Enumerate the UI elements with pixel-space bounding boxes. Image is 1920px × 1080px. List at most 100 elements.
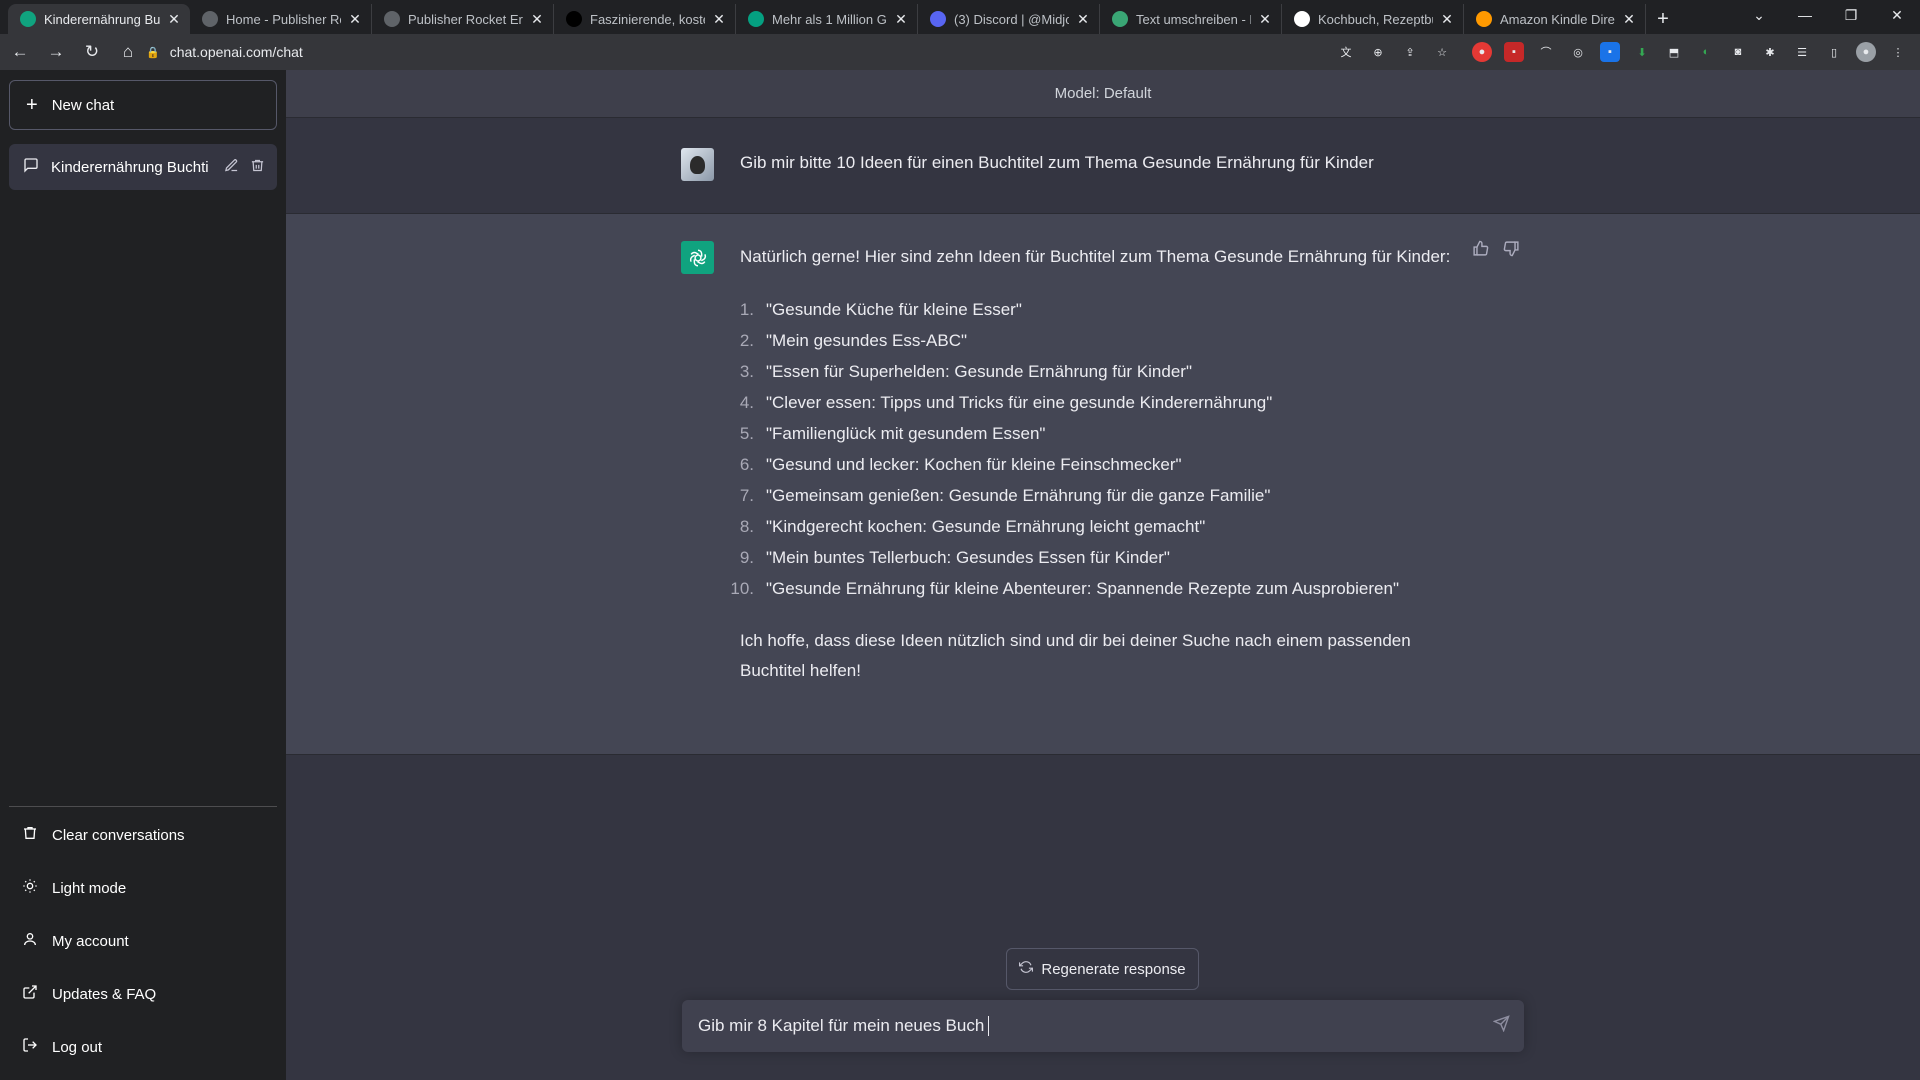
browser-toolbar: ← → ↻ ⌂ 🔒 chat.openai.com/chat 文 ⊕ ⇪ ☆ ●… <box>0 34 1920 70</box>
tab-close-icon[interactable]: ✕ <box>1075 11 1091 28</box>
list-item: 9. "Mein buntes Tellerbuch: Gesundes Esse… <box>740 542 1460 573</box>
extension-green-icon[interactable]: ◐ <box>1696 42 1716 62</box>
my-account-label: My account <box>52 932 129 950</box>
plus-icon: + <box>26 93 38 116</box>
list-item-text: "Mein gesundes Ess-ABC" <box>766 331 968 350</box>
browser-menu-icon[interactable]: ⋮ <box>1888 42 1908 62</box>
tab-close-icon[interactable]: ✕ <box>711 11 727 28</box>
sun-icon <box>20 878 40 898</box>
tab-title: Text umschreiben - Beste <box>1136 11 1251 27</box>
side-panel-icon[interactable]: ▯ <box>1824 42 1844 62</box>
tab-close-icon[interactable]: ✕ <box>1621 11 1637 28</box>
list-item-text: "Essen für Superhelden: Gesunde Ernährun… <box>766 362 1192 381</box>
tab-favicon-icon <box>1294 11 1310 27</box>
tab-search-icon[interactable]: ⌄ <box>1736 0 1782 30</box>
new-chat-label: New chat <box>51 96 115 114</box>
clear-conversations-button[interactable]: Clear conversations <box>20 820 185 850</box>
profile-avatar-icon[interactable]: ● <box>1856 42 1876 62</box>
browser-tab[interactable]: Home - Publisher Rocket ✕ <box>190 4 372 34</box>
extension-blue-icon[interactable]: ▪ <box>1600 42 1620 62</box>
regenerate-response-button[interactable]: Regenerate response <box>1006 948 1199 990</box>
browser-tab[interactable]: Text umschreiben - Beste ✕ <box>1100 4 1282 34</box>
sidebar-divider <box>9 806 277 807</box>
delete-trash-icon[interactable] <box>247 158 267 177</box>
browser-tab[interactable]: (3) Discord | @Midjourney ✕ <box>918 4 1100 34</box>
back-icon[interactable]: ← <box>4 38 36 66</box>
light-mode-button[interactable]: Light mode <box>20 873 126 903</box>
browser-tab[interactable]: Mehr als 1 Million Gratis ✕ <box>736 4 918 34</box>
list-item-number: 7. <box>739 486 754 505</box>
thumbs-down-icon[interactable] <box>1503 240 1520 262</box>
restore-icon[interactable]: ❐ <box>1828 0 1874 30</box>
new-chat-button[interactable]: + New chat <box>9 80 277 130</box>
extension-globe-icon[interactable]: ◎ <box>1568 42 1588 62</box>
extensions-puzzle-icon[interactable]: ✱ <box>1760 42 1780 62</box>
conversation-title: Kinderernährung Buchti <box>51 158 209 176</box>
browser-tab[interactable]: Amazon Kindle Direct ✕ <box>1464 4 1646 34</box>
new-tab-button[interactable]: + <box>1646 4 1680 34</box>
tab-close-icon[interactable]: ✕ <box>166 11 182 28</box>
list-item-text: "Clever essen: Tipps und Tricks für eine… <box>766 393 1273 412</box>
camera-icon[interactable]: ◙ <box>1728 42 1748 62</box>
reload-icon[interactable]: ↻ <box>76 38 108 66</box>
thumbs-up-icon[interactable] <box>1472 240 1489 262</box>
tab-close-icon[interactable]: ✕ <box>529 11 545 28</box>
tab-favicon-icon <box>930 11 946 27</box>
tab-favicon-icon <box>1112 11 1128 27</box>
close-window-icon[interactable]: ✕ <box>1874 0 1920 30</box>
zoom-icon[interactable]: ⊕ <box>1368 42 1388 62</box>
model-indicator: Model: Default <box>286 70 1920 118</box>
conversation-item[interactable]: Kinderernährung Buchti <box>9 144 277 190</box>
updates-faq-link[interactable]: Updates & FAQ <box>20 979 156 1009</box>
reading-list-icon[interactable]: ☰ <box>1792 42 1812 62</box>
edit-pencil-icon[interactable] <box>221 158 241 177</box>
my-account-button[interactable]: My account <box>20 926 129 956</box>
adblock-icon[interactable]: ● <box>1472 42 1492 62</box>
extension-puzzle-piece-icon[interactable]: ⬒ <box>1664 42 1684 62</box>
message-input[interactable]: Gib mir 8 Kapitel für mein neues Buch <box>682 1000 1524 1052</box>
light-mode-label: Light mode <box>52 879 127 897</box>
assistant-message-row: Natürlich gerne! Hier sind zehn Ideen fü… <box>286 214 1920 755</box>
tab-favicon-icon <box>566 11 582 27</box>
updates-faq-label: Updates & FAQ <box>52 985 157 1003</box>
list-item-text: "Familienglück mit gesundem Essen" <box>766 424 1046 443</box>
tab-close-icon[interactable]: ✕ <box>893 11 909 28</box>
log-out-label: Log out <box>52 1038 103 1056</box>
bookmark-star-icon[interactable]: ☆ <box>1432 42 1452 62</box>
browser-tab[interactable]: Publisher Rocket Erfahrungen ✕ <box>372 4 554 34</box>
url-text: chat.openai.com/chat <box>169 44 303 60</box>
minimize-icon[interactable]: — <box>1782 0 1828 30</box>
user-icon <box>20 931 40 951</box>
tab-close-icon[interactable]: ✕ <box>1439 11 1455 28</box>
tab-favicon-icon <box>20 11 36 27</box>
log-out-button[interactable]: Log out <box>20 1032 102 1062</box>
assistant-intro: Natürlich gerne! Hier sind zehn Ideen fü… <box>740 247 1451 266</box>
tab-close-icon[interactable]: ✕ <box>347 11 363 28</box>
idea-list: 1. "Gesunde Küche für kleine Esser" 2. "Mei… <box>730 294 1460 604</box>
tab-close-icon[interactable]: ✕ <box>1257 11 1273 28</box>
extension-download-icon[interactable]: ⬇ <box>1632 42 1652 62</box>
home-icon[interactable]: ⌂ <box>112 38 144 66</box>
list-item-number: 3. <box>739 362 754 381</box>
tab-title: Amazon Kindle Direct <box>1500 11 1615 27</box>
translate-icon[interactable]: 文 <box>1336 42 1356 62</box>
browser-tab[interactable]: Kinderernährung Buchtitel ✕ <box>8 4 190 34</box>
share-icon[interactable]: ⇪ <box>1400 42 1420 62</box>
chat-main: Model: Default Gib mir bitte 10 Ideen fü… <box>286 70 1920 1080</box>
address-bar[interactable]: 🔒 chat.openai.com/chat <box>146 38 1346 66</box>
extension-arc-icon[interactable]: ⌒ <box>1536 42 1556 62</box>
browser-tab[interactable]: Faszinierende, kostenlose ✕ <box>554 4 736 34</box>
refresh-icon <box>1019 960 1034 978</box>
user-message-text: Gib mir bitte 10 Ideen für einen Buchtit… <box>740 153 1374 172</box>
forward-icon[interactable]: → <box>40 38 72 66</box>
tab-title: Publisher Rocket Erfahrungen <box>408 11 523 27</box>
trash-icon <box>20 825 40 845</box>
browser-tab[interactable]: Kochbuch, Rezeptbuch ✕ <box>1282 4 1464 34</box>
list-item-number: 8. <box>739 517 754 536</box>
extension-red-icon[interactable]: ▪ <box>1504 42 1524 62</box>
send-icon[interactable] <box>1492 1015 1510 1037</box>
regenerate-label: Regenerate response <box>1041 960 1186 978</box>
list-item-number: 6. <box>739 455 754 474</box>
list-item-number: 4. <box>739 393 754 412</box>
list-item-text: "Gesunde Ernährung für kleine Abenteurer… <box>766 579 1399 598</box>
